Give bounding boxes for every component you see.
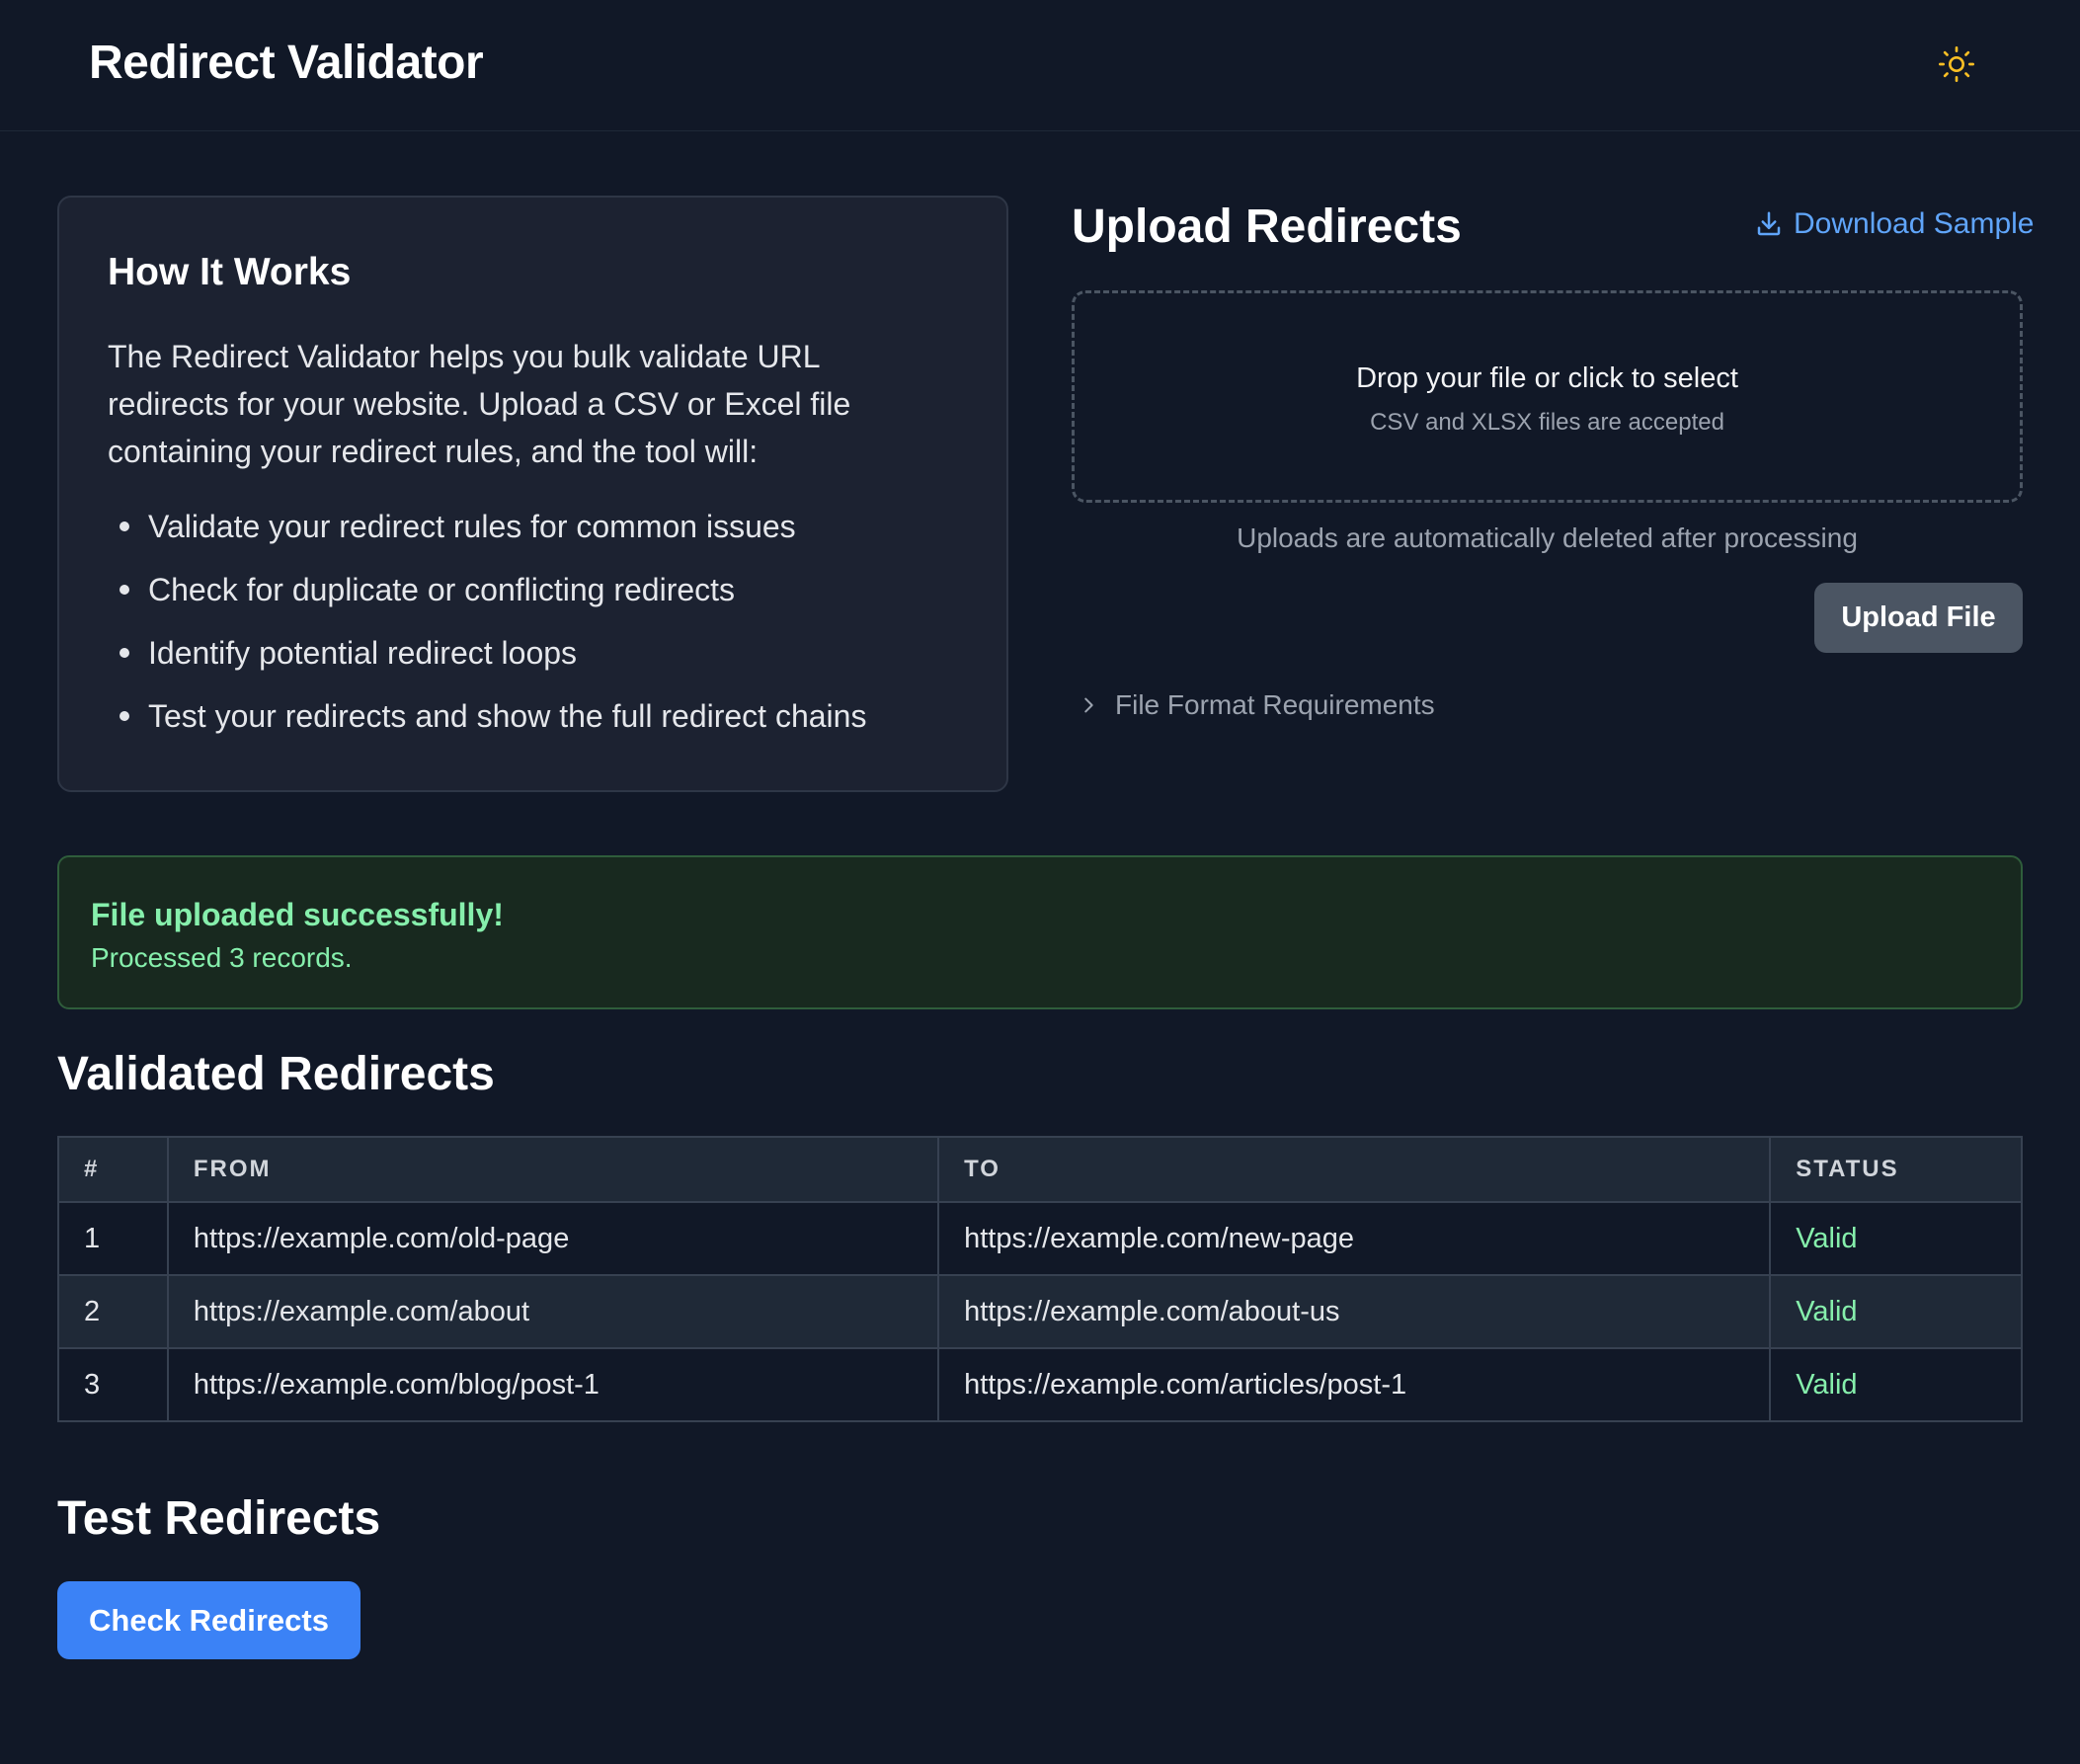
download-icon	[1757, 211, 1781, 236]
table-row: 2 https://example.com/about https://exam…	[57, 1274, 2023, 1349]
column-header-to: TO	[937, 1136, 1772, 1203]
table-header-row: # FROM TO STATUS	[57, 1136, 2023, 1203]
file-dropzone[interactable]: Drop your file or click to select CSV an…	[1072, 290, 2023, 503]
how-it-works-description: The Redirect Validator helps you bulk va…	[108, 339, 851, 469]
sun-icon	[1939, 46, 1974, 82]
cell-to: https://example.com/about-us	[937, 1274, 1772, 1349]
bullet-icon	[120, 710, 129, 721]
bullet-icon	[120, 647, 129, 658]
app-title: Redirect Validator	[89, 37, 484, 89]
table-row: 1 https://example.com/old-page https://e…	[57, 1201, 2023, 1276]
upload-note: Uploads are automatically deleted after …	[1237, 522, 1858, 553]
file-format-requirements-label: File Format Requirements	[1115, 689, 1435, 720]
bullet-icon	[120, 521, 129, 531]
theme-toggle-button[interactable]	[1932, 40, 1981, 89]
dropzone-main-text: Drop your file or click to select	[1356, 362, 1738, 394]
test-redirects-title: Test Redirects	[57, 1492, 381, 1545]
download-sample-label: Download Sample	[1794, 207, 2035, 240]
check-redirects-button[interactable]: Check Redirects	[57, 1581, 360, 1659]
download-sample-link[interactable]: Download Sample	[1754, 207, 2034, 241]
how-it-works-item: Test your redirects and show the full re…	[108, 698, 866, 735]
validated-redirects-table: # FROM TO STATUS 1 https://example.com/o…	[57, 1136, 2023, 1422]
success-banner: File uploaded successfully! Processed 3 …	[57, 855, 2023, 1009]
how-it-works-card: How It Works The Redirect Validator help…	[57, 196, 1008, 792]
app-header: Redirect Validator	[0, 0, 2080, 131]
cell-number: 1	[57, 1201, 169, 1276]
cell-from: https://example.com/about	[166, 1274, 940, 1349]
upload-file-button[interactable]: Upload File	[1814, 583, 2023, 653]
cell-number: 3	[57, 1347, 169, 1422]
cell-to: https://example.com/new-page	[937, 1201, 1772, 1276]
bullet-icon	[120, 584, 129, 595]
column-header-number: #	[57, 1136, 169, 1203]
cell-number: 2	[57, 1274, 169, 1349]
cell-from: https://example.com/blog/post-1	[166, 1347, 940, 1422]
cell-status: Valid	[1769, 1347, 2023, 1422]
how-it-works-title: How It Works	[108, 251, 352, 293]
column-header-from: FROM	[166, 1136, 940, 1203]
chevron-right-icon	[1084, 697, 1093, 713]
dropzone-sub-text: CSV and XLSX files are accepted	[1370, 409, 1724, 436]
how-it-works-item: Check for duplicate or conflicting redir…	[108, 572, 735, 608]
success-title: File uploaded successfully!	[91, 897, 504, 932]
column-header-status: STATUS	[1769, 1136, 2023, 1203]
cell-status: Valid	[1769, 1274, 2023, 1349]
table-row: 3 https://example.com/blog/post-1 https:…	[57, 1347, 2023, 1422]
success-detail: Processed 3 records.	[91, 942, 353, 973]
how-it-works-item: Identify potential redirect loops	[108, 635, 577, 672]
cell-to: https://example.com/articles/post-1	[937, 1347, 1772, 1422]
upload-title: Upload Redirects	[1072, 200, 1462, 253]
how-it-works-item: Validate your redirect rules for common …	[108, 509, 796, 545]
cell-status: Valid	[1769, 1201, 2023, 1276]
file-format-requirements-toggle[interactable]: File Format Requirements	[1078, 689, 1435, 721]
cell-from: https://example.com/old-page	[166, 1201, 940, 1276]
validated-redirects-title: Validated Redirects	[57, 1048, 495, 1100]
